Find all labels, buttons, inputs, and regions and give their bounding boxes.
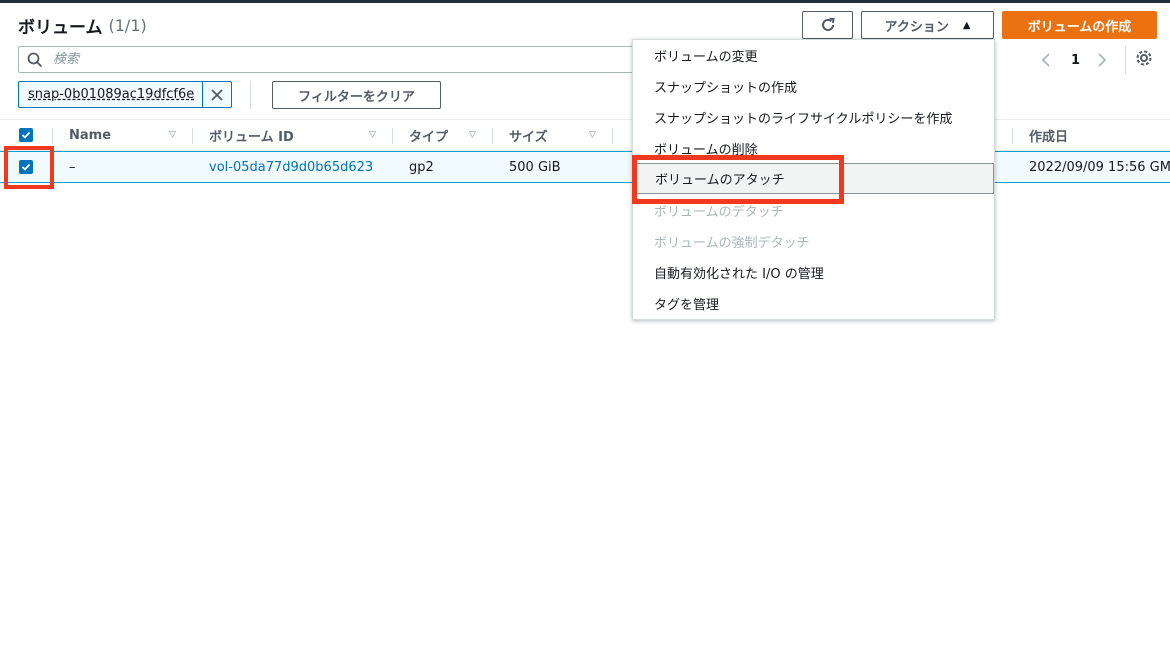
selection-count: (1/1) bbox=[108, 15, 147, 35]
column-header-name-label: Name bbox=[69, 127, 112, 143]
cell-created: 2022/09/09 15:56 GMT bbox=[1029, 159, 1170, 175]
create-volume-button[interactable]: ボリュームの作成 bbox=[1002, 11, 1157, 39]
sort-icon: ▽ bbox=[589, 130, 596, 140]
create-volume-label: ボリュームの作成 bbox=[1027, 19, 1132, 35]
menu-item-force-detach-volume: ボリュームの強制デタッチ bbox=[654, 236, 810, 251]
column-header-size-label: サイズ bbox=[509, 129, 548, 145]
column-header-name[interactable]: Name ▽ bbox=[69, 120, 189, 150]
pager-divider bbox=[1125, 46, 1126, 74]
cell-volume-id-link[interactable]: vol-05da77d9d0b65d623 bbox=[209, 152, 373, 182]
actions-label: アクション bbox=[884, 19, 949, 35]
cell-type: gp2 bbox=[409, 159, 434, 175]
search-input[interactable] bbox=[53, 52, 613, 67]
column-divider bbox=[52, 128, 53, 144]
page-title: ボリューム bbox=[18, 17, 103, 38]
sort-icon: ▽ bbox=[369, 130, 376, 140]
column-header-created-label: 作成日 bbox=[1029, 129, 1069, 145]
filter-token-label: snap-0b01089ac19dfcf6e bbox=[19, 82, 204, 107]
checkbox-checked-icon bbox=[19, 128, 33, 142]
search-bar[interactable] bbox=[18, 46, 658, 73]
caret-up-icon: ▲ bbox=[962, 19, 971, 31]
menu-item-modify-volume[interactable]: ボリュームの変更 bbox=[633, 40, 994, 71]
column-header-volume-id[interactable]: ボリューム ID ▽ bbox=[209, 120, 385, 150]
refresh-button[interactable] bbox=[802, 11, 853, 39]
chevron-left-icon[interactable] bbox=[1040, 48, 1052, 72]
column-header-type-label: タイプ bbox=[409, 129, 449, 145]
attach-highlight bbox=[632, 155, 844, 204]
column-divider bbox=[492, 128, 493, 144]
page-header: ボリューム (1/1) bbox=[18, 12, 147, 38]
column-header-type[interactable]: タイプ ▽ bbox=[409, 120, 499, 150]
filter-token: snap-0b01089ac19dfcf6e bbox=[18, 81, 233, 108]
menu-item-manage-auto-enabled-io[interactable]: 自動有効化された I/O の管理 bbox=[633, 257, 994, 288]
menu-item-manage-tags[interactable]: タグを管理 bbox=[633, 288, 994, 319]
close-icon[interactable] bbox=[203, 82, 231, 107]
gear-icon[interactable] bbox=[1134, 48, 1154, 70]
cell-size: 500 GiB bbox=[509, 159, 561, 175]
column-divider bbox=[192, 128, 193, 144]
actions-button[interactable]: アクション ▲ bbox=[861, 11, 994, 39]
search-icon bbox=[27, 52, 43, 67]
top-border bbox=[0, 0, 1170, 3]
cell-name: – bbox=[69, 159, 76, 175]
column-header-size[interactable]: サイズ ▽ bbox=[509, 120, 609, 150]
menu-item-create-snapshot[interactable]: スナップショットの作成 bbox=[633, 71, 994, 102]
column-divider bbox=[392, 128, 393, 144]
column-header-created[interactable]: 作成日 bbox=[1029, 120, 1169, 150]
column-divider bbox=[1012, 128, 1013, 144]
refresh-icon bbox=[821, 17, 835, 31]
column-divider bbox=[612, 128, 613, 144]
filter-divider bbox=[250, 81, 251, 109]
sort-icon: ▽ bbox=[469, 130, 476, 140]
clear-filters-label: フィルターをクリア bbox=[298, 89, 415, 105]
chevron-right-icon[interactable] bbox=[1096, 48, 1108, 72]
sort-icon: ▽ bbox=[169, 130, 176, 140]
menu-item-create-lifecycle-policy[interactable]: スナップショットのライフサイクルポリシーを作成 bbox=[633, 102, 994, 133]
page-number[interactable]: 1 bbox=[1071, 48, 1080, 72]
checkbox-highlight bbox=[4, 146, 54, 189]
column-header-volume-id-label: ボリューム ID bbox=[209, 129, 294, 145]
clear-filters-button[interactable]: フィルターをクリア bbox=[272, 81, 441, 109]
